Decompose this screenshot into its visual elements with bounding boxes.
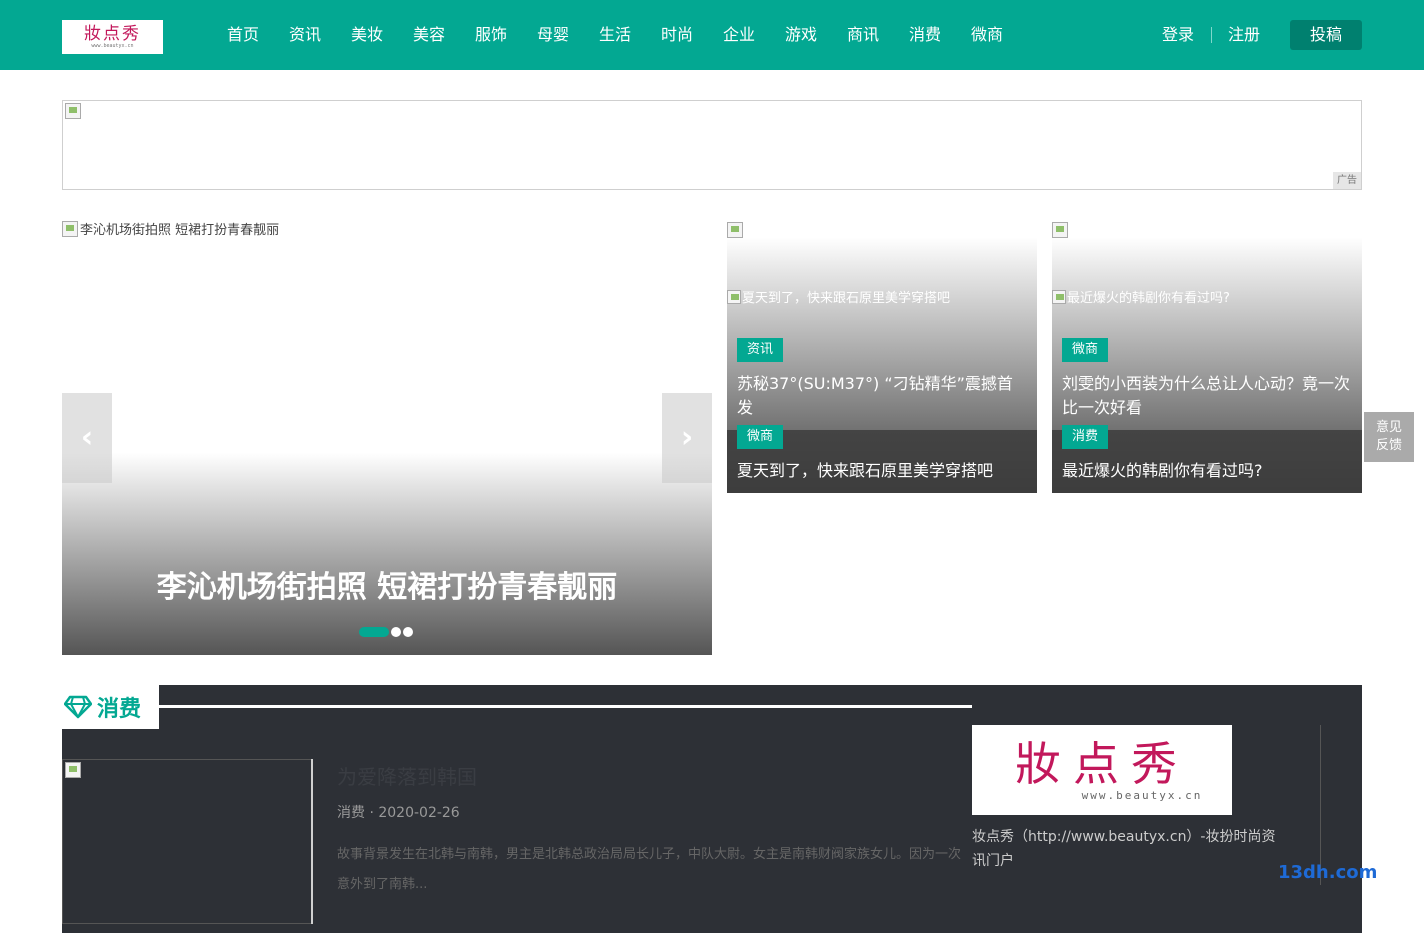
nav-item-enterprise[interactable]: 企业: [708, 0, 770, 70]
top-nav-bar: 妝点秀 www.beautyx.cn 首页 资讯 美妆 美容 服饰 母婴 生活 …: [0, 0, 1424, 70]
section-title: 消费: [97, 697, 142, 722]
broken-image-icon: [1052, 222, 1068, 238]
card-image-alt: 最近爆火的韩剧你有看过吗?: [1052, 287, 1230, 306]
broken-image-icon: [727, 222, 743, 238]
thumbnail-edge: [311, 759, 313, 924]
slider-prev-button[interactable]: ‹: [62, 393, 112, 483]
section-heading[interactable]: 消费: [62, 685, 159, 729]
nav-item-baby[interactable]: 母婴: [522, 0, 584, 70]
nav-item-business-news[interactable]: 商讯: [832, 0, 894, 70]
ad-banner[interactable]: 广告: [62, 100, 1362, 190]
card-image-alt: 夏天到了，快来跟石原里美学穿搭吧: [727, 287, 950, 306]
feedback-label-line1: 意见: [1375, 420, 1402, 435]
sponsor-logo-subtext: www.beautyx.cn: [1081, 788, 1203, 802]
diamond-icon: [64, 695, 92, 719]
feedback-label-line2: 反馈: [1375, 438, 1402, 453]
chevron-left-icon: ‹: [80, 420, 94, 455]
card-title[interactable]: 刘雯的小西装为什么总让人心动？竟一次比一次好看: [1062, 372, 1352, 420]
nav-item-fashion-wear[interactable]: 服饰: [460, 0, 522, 70]
feature-card[interactable]: 夏天到了，快来跟石原里美学穿搭吧 资讯 苏秘37°(SU:M37°) “刁钻精华…: [727, 215, 1037, 493]
slider-image-alt-text: 李沁机场街拍照 短裙打扮青春靓丽: [80, 223, 280, 238]
slider-next-button[interactable]: ›: [662, 393, 712, 483]
nav-item-games[interactable]: 游戏: [770, 0, 832, 70]
category-tag[interactable]: 资讯: [737, 338, 784, 362]
featured-slider[interactable]: 李沁机场街拍照 短裙打扮青春靓丽 ‹ › 李沁机场街拍照 短裙打扮青春靓丽: [62, 215, 712, 655]
broken-image-icon: [65, 103, 81, 119]
login-divider: [1211, 27, 1212, 43]
nav-item-makeup[interactable]: 美妆: [336, 0, 398, 70]
article-title[interactable]: 为爱降落到韩国: [337, 764, 967, 790]
nav-item-consumer[interactable]: 消费: [894, 0, 956, 70]
broken-image-icon: [1052, 289, 1066, 304]
sponsor-logo[interactable]: 妝点秀 www.beautyx.cn: [972, 725, 1232, 815]
section-divider: [159, 705, 972, 708]
slider-dot[interactable]: [403, 627, 413, 637]
submit-article-button[interactable]: 投稿: [1290, 20, 1362, 50]
sponsor-description: 妆点秀（http://www.beautyx.cn）-妆扮时尚资讯门户: [972, 829, 1276, 869]
logo-text: 妝点秀: [84, 23, 141, 44]
broken-image-icon: [65, 762, 81, 778]
feature-card[interactable]: 最近爆火的韩剧你有看过吗? 微商 刘雯的小西装为什么总让人心动？竟一次比一次好看…: [1052, 215, 1362, 493]
card-caption-title[interactable]: 夏天到了，快来跟石原里美学穿搭吧: [737, 459, 1027, 483]
category-tag[interactable]: 微商: [737, 425, 784, 449]
sponsor-logo-text: 妝点秀: [1015, 736, 1189, 791]
nav-item-home[interactable]: 首页: [212, 0, 274, 70]
category-tag[interactable]: 消费: [1062, 425, 1109, 449]
card-image-alt-text: 最近爆火的韩剧你有看过吗?: [1067, 291, 1230, 306]
slider-dot[interactable]: [391, 627, 401, 637]
article-meta: 消费 · 2020-02-26: [337, 805, 460, 821]
article-thumbnail[interactable]: [62, 759, 312, 924]
main-nav: 首页 资讯 美妆 美容 服饰 母婴 生活 时尚 企业 游戏 商讯 消费 微商: [212, 0, 1018, 70]
ad-label: 广告: [1333, 172, 1361, 189]
login-link[interactable]: 登录: [1162, 24, 1194, 46]
register-link[interactable]: 注册: [1228, 24, 1260, 46]
broken-image-icon: [62, 220, 78, 237]
slider-image-alt: 李沁机场街拍照 短裙打扮青春靓丽: [62, 219, 279, 238]
card-title[interactable]: 苏秘37°(SU:M37°) “刁钻精华”震撼首发: [737, 372, 1027, 420]
watermark-text: 13dh.com: [1278, 862, 1378, 883]
chevron-right-icon: ›: [680, 420, 694, 455]
slider-dot-active[interactable]: [359, 627, 389, 637]
slide-title[interactable]: 李沁机场街拍照 短裙打扮青春靓丽: [62, 567, 712, 609]
logo-subtext: www.beautyx.cn: [91, 42, 134, 49]
broken-image-icon: [727, 289, 741, 304]
nav-item-life[interactable]: 生活: [584, 0, 646, 70]
card-image-alt-text: 夏天到了，快来跟石原里美学穿搭吧: [742, 291, 951, 306]
consumer-section: 消费 为爱降落到韩国 消费 · 2020-02-26 故事背景发生在北韩与南韩，…: [62, 685, 1377, 933]
article-excerpt: 故事背景发生在北韩与南韩，男主是北韩总政治局局长儿子，中队大尉。女主是南韩财阀家…: [337, 847, 962, 892]
nav-item-microbusiness[interactable]: 微商: [956, 0, 1018, 70]
nav-item-news[interactable]: 资讯: [274, 0, 336, 70]
site-logo[interactable]: 妝点秀 www.beautyx.cn: [62, 20, 163, 54]
nav-item-trend[interactable]: 时尚: [646, 0, 708, 70]
feedback-button[interactable]: 意见 反馈: [1364, 412, 1414, 462]
card-caption-title[interactable]: 最近爆火的韩剧你有看过吗?: [1062, 459, 1352, 483]
category-tag[interactable]: 微商: [1062, 338, 1109, 362]
nav-item-beauty[interactable]: 美容: [398, 0, 460, 70]
